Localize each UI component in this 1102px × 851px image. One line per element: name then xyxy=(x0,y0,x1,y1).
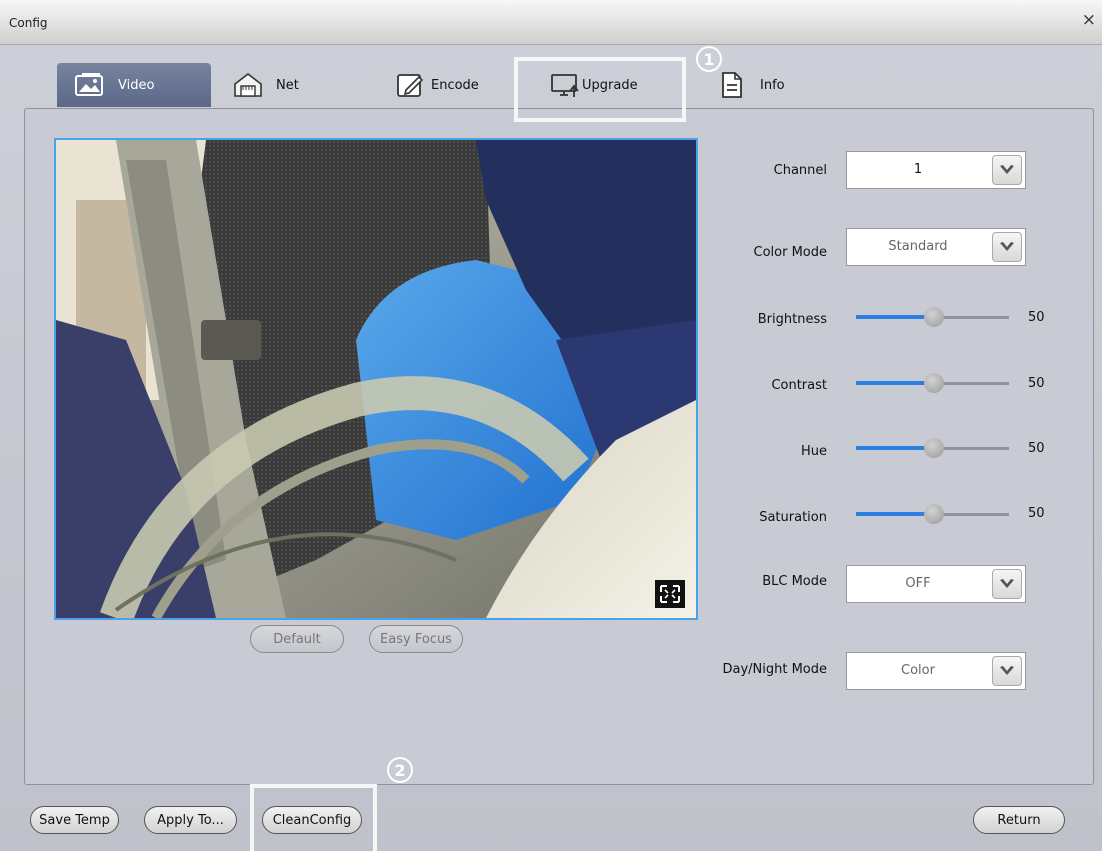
document-icon xyxy=(720,71,744,99)
slider-fill xyxy=(856,512,933,516)
tab-video[interactable]: Video xyxy=(57,63,211,107)
channel-label: Channel xyxy=(773,163,827,178)
chevron-down-icon[interactable] xyxy=(992,232,1022,262)
blc-mode-value: OFF xyxy=(905,576,931,591)
saturation-value: 50 xyxy=(1028,506,1045,521)
tab-info[interactable]: Info xyxy=(720,63,785,107)
hue-label: Hue xyxy=(800,444,827,459)
tab-label: Info xyxy=(760,77,785,93)
saturation-slider[interactable] xyxy=(856,504,1009,524)
chevron-down-icon[interactable] xyxy=(992,569,1022,599)
return-button[interactable]: Return xyxy=(973,806,1065,834)
saturation-label: Saturation xyxy=(759,510,827,525)
close-icon[interactable]: × xyxy=(1082,12,1096,29)
blc-mode-select[interactable]: OFF xyxy=(846,565,1026,603)
slider-thumb[interactable] xyxy=(924,307,944,327)
upgrade-highlight-box xyxy=(514,57,686,122)
color-mode-value: Standard xyxy=(888,239,948,254)
day-night-mode-value: Color xyxy=(901,663,935,678)
callout-1: 1 xyxy=(696,46,722,72)
slider-thumb[interactable] xyxy=(924,438,944,458)
apply-to-button[interactable]: Apply To... xyxy=(144,806,237,834)
title-bar: Config × xyxy=(0,0,1102,45)
day-night-mode-label: Day/Night Mode xyxy=(722,662,827,677)
hue-value: 50 xyxy=(1028,441,1045,456)
brightness-value: 50 xyxy=(1028,310,1045,325)
day-night-mode-select[interactable]: Color xyxy=(846,652,1026,690)
callout-2: 2 xyxy=(387,757,413,783)
clean-config-button[interactable]: CleanConfig xyxy=(262,806,362,834)
tab-label: Video xyxy=(118,77,155,93)
save-temp-button[interactable]: Save Temp xyxy=(30,806,119,834)
color-mode-label: Color Mode xyxy=(753,245,828,260)
tab-net[interactable]: Net xyxy=(232,63,299,107)
picture-icon xyxy=(74,71,106,99)
brightness-slider[interactable] xyxy=(856,307,1009,327)
slider-fill xyxy=(856,446,933,450)
slider-fill xyxy=(856,315,933,319)
slider-fill xyxy=(856,381,933,385)
edit-icon xyxy=(395,71,427,99)
brightness-label: Brightness xyxy=(757,312,827,327)
hue-slider[interactable] xyxy=(856,438,1009,458)
channel-value: 1 xyxy=(913,162,923,177)
tab-encode[interactable]: Encode xyxy=(395,63,479,107)
contrast-label: Contrast xyxy=(771,378,827,393)
network-icon xyxy=(232,71,264,99)
window-title: Config xyxy=(9,16,48,30)
camera-image xyxy=(56,140,696,618)
easy-focus-button[interactable]: Easy Focus xyxy=(369,625,463,653)
chevron-down-icon[interactable] xyxy=(992,656,1022,686)
slider-thumb[interactable] xyxy=(924,373,944,393)
color-mode-select[interactable]: Standard xyxy=(846,228,1026,266)
contrast-slider[interactable] xyxy=(856,373,1009,393)
video-preview[interactable] xyxy=(54,138,698,620)
chevron-down-icon[interactable] xyxy=(992,155,1022,185)
slider-thumb[interactable] xyxy=(924,504,944,524)
config-window: Config × Video Net Encode Upgrade Info 1… xyxy=(0,0,1102,851)
default-button[interactable]: Default xyxy=(250,625,344,653)
tab-label: Encode xyxy=(431,77,479,93)
channel-select[interactable]: 1 xyxy=(846,151,1026,189)
tab-label: Net xyxy=(276,77,299,93)
blc-mode-label: BLC Mode xyxy=(762,574,827,589)
contrast-value: 50 xyxy=(1028,376,1045,391)
